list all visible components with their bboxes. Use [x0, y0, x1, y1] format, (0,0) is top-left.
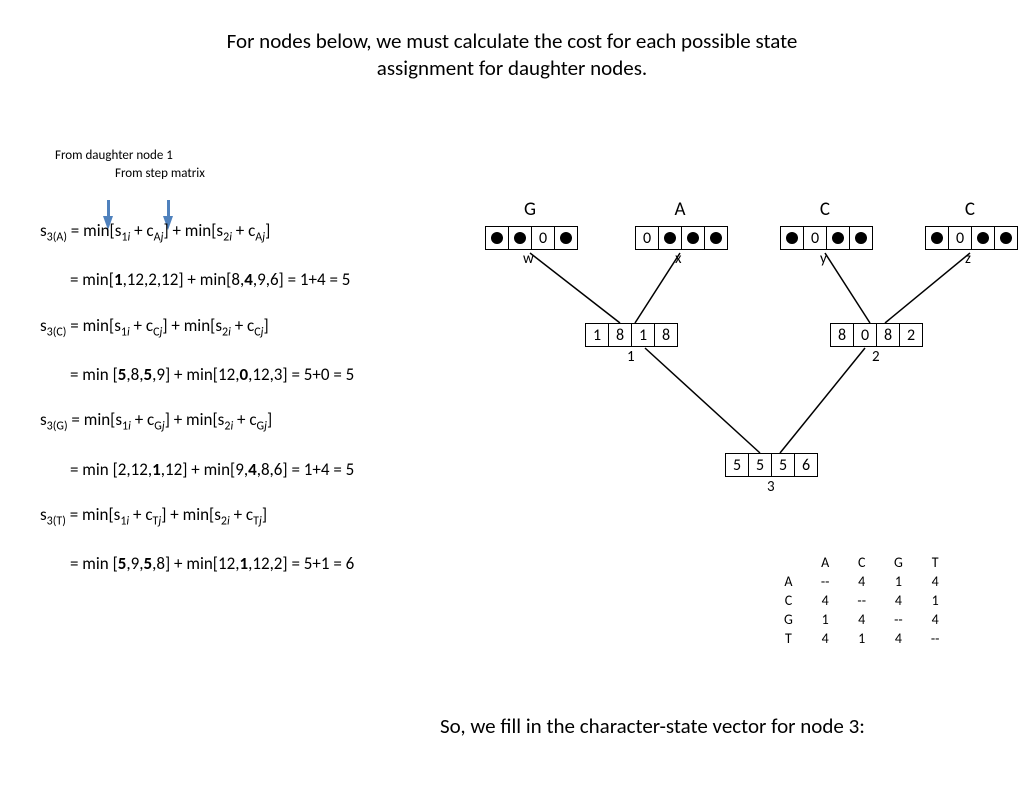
equation-s3A-result: = min[1,12,2,12] + min[8,4,9,6] = 1+4 = …	[40, 269, 354, 290]
leaf-label-A: A	[670, 198, 690, 221]
tree-edges	[470, 198, 1010, 548]
leaf-label-G: G	[520, 198, 540, 221]
state-vector-y: 0	[780, 226, 873, 250]
step-matrix-table: ACGTA--414C4--41G14--4T414--	[770, 553, 953, 648]
annotation-step-matrix: From step matrix	[115, 166, 205, 181]
equation-s3T: s3(T) = min[s1i + cTj] + min[s2i + cTj]	[40, 504, 354, 529]
equation-s3A: s3(A) = min[s1i + cAj] + min[s2i + cAj]	[40, 220, 354, 245]
equations-block: s3(A) = min[s1i + cAj] + min[s2i + cAj] …	[40, 220, 354, 599]
equation-s3T-result: = min [5,9,5,8] + min[12,1,12,2] = 5+1 =…	[40, 553, 354, 574]
annotation-daughter: From daughter node 1	[55, 148, 173, 163]
leaf-name-w: w	[523, 250, 534, 268]
state-vector-n2: 8082	[830, 323, 923, 347]
leaf-label-C2: C	[960, 198, 980, 221]
state-vector-w: 0	[485, 226, 578, 250]
node-label-1: 1	[627, 348, 635, 366]
state-vector-x: 0	[635, 226, 728, 250]
leaf-name-x: x	[675, 250, 682, 268]
node-label-2: 2	[872, 348, 880, 366]
equation-s3G: s3(G) = min[s1i + cGj] + min[s2i + cGj]	[40, 409, 354, 434]
slide-title: For nodes below, we must calculate the c…	[0, 28, 1024, 83]
state-vector-n3: 5556	[725, 453, 818, 477]
leaf-label-C1: C	[815, 198, 835, 221]
equation-s3G-result: = min [2,12,1,12] + min[9,4,8,6] = 1+4 =…	[40, 459, 354, 480]
tree-diagram: G A C C 0 0 0 0 w x y z 1818 8082 5556 1…	[470, 198, 1010, 548]
state-vector-z: 0	[925, 226, 1018, 250]
footer-text: So, we fill in the character-state vecto…	[440, 713, 865, 739]
equation-s3C-result: = min [5,8,5,9] + min[12,0,12,3] = 5+0 =…	[40, 364, 354, 385]
leaf-name-y: y	[820, 250, 827, 268]
node-label-3: 3	[767, 478, 775, 496]
state-vector-n1: 1818	[585, 323, 678, 347]
equation-s3C: s3(C) = min[s1i + cCj] + min[s2i + cCj]	[40, 315, 354, 340]
leaf-name-z: z	[965, 250, 971, 268]
